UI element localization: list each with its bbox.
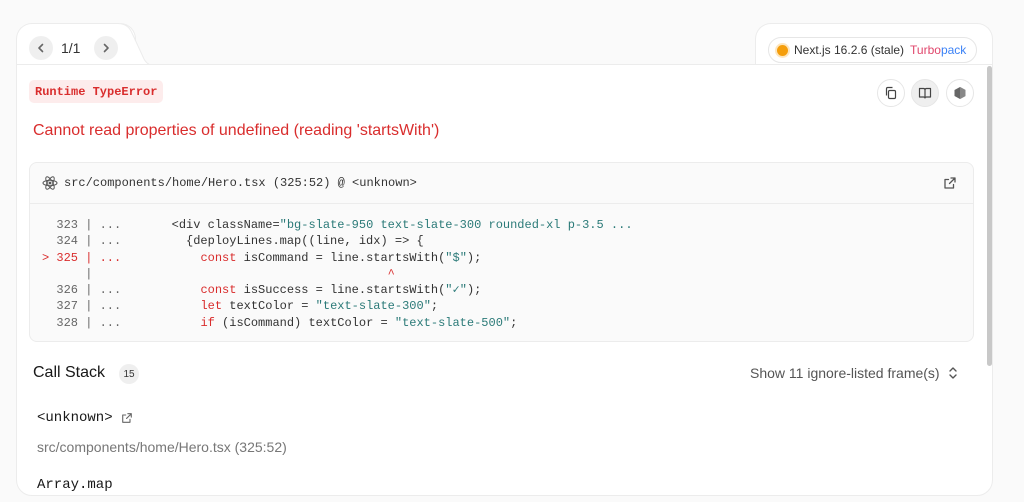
copy-icon bbox=[885, 86, 897, 100]
code-token: ^ bbox=[387, 266, 395, 281]
code-token: <div className= bbox=[121, 218, 280, 232]
chevron-up-down-icon bbox=[948, 367, 957, 379]
docs-icon bbox=[918, 87, 932, 99]
code-line: 326 | ... const isSuccess = line.startsW… bbox=[42, 282, 973, 298]
code-token: (isCommand) textColor = bbox=[214, 315, 395, 330]
copy-error-button[interactable] bbox=[877, 79, 905, 107]
code-token: "bg-slate-950 text-slate-300 rounded-xl … bbox=[279, 218, 633, 232]
react-icon bbox=[42, 176, 58, 190]
line-gutter: 323 | ... bbox=[42, 218, 122, 232]
scrollbar-thumb[interactable] bbox=[987, 66, 992, 366]
code-frame: src/components/home/Hero.tsx (325:52) @ … bbox=[29, 162, 974, 342]
line-gutter: > 325 | ... bbox=[42, 250, 122, 265]
code-token: const bbox=[200, 250, 237, 265]
show-ignored-frames-label: Show 11 ignore-listed frame(s) bbox=[750, 365, 940, 381]
stack-frame-location: src/components/home/Hero.tsx (325:52) bbox=[37, 439, 287, 455]
code-token: isSuccess = line.startsWith( bbox=[236, 283, 446, 298]
code-frame-file: src/components/home/Hero.tsx (325:52) @ … bbox=[64, 176, 417, 190]
stack-frame-name[interactable]: Array.map bbox=[37, 477, 113, 493]
call-stack-count-badge: 15 bbox=[119, 364, 139, 384]
docs-button[interactable] bbox=[911, 79, 939, 107]
code-token: ; bbox=[510, 315, 518, 330]
line-gutter: 328 | ... bbox=[42, 315, 122, 330]
code-line: | ^ bbox=[42, 266, 973, 282]
code-frame-header: src/components/home/Hero.tsx (325:52) @ … bbox=[30, 163, 973, 204]
code-line: 323 | ... <div className="bg-slate-950 t… bbox=[42, 217, 973, 233]
call-stack-title: Call Stack bbox=[33, 364, 106, 381]
code-token: "text-slate-500" bbox=[394, 315, 511, 330]
open-in-editor-icon[interactable] bbox=[121, 412, 133, 424]
next-error-button[interactable] bbox=[94, 36, 118, 60]
code-token: textColor = bbox=[222, 299, 316, 314]
open-in-editor-icon[interactable] bbox=[943, 176, 957, 190]
line-gutter: 324 | ... bbox=[42, 234, 122, 249]
version-badge[interactable]: Next.js 16.2.6 (stale) Turbopack bbox=[768, 37, 978, 63]
turbopack-label: Turbopack bbox=[910, 43, 967, 57]
code-token: "text-slate-300" bbox=[315, 299, 431, 314]
code-token: "$" bbox=[445, 250, 467, 265]
code-token: {deployLines.map((line, idx) => { bbox=[121, 234, 424, 249]
code-token: ; bbox=[430, 299, 439, 314]
code-token: "✓" bbox=[445, 283, 467, 298]
chevron-right-icon bbox=[103, 43, 109, 53]
code-line: > 325 | ... const isCommand = line.start… bbox=[42, 250, 973, 266]
previous-error-button[interactable] bbox=[29, 36, 53, 60]
stale-status-icon bbox=[777, 44, 788, 56]
error-count: 1/1 bbox=[61, 40, 81, 56]
error-message: Cannot read properties of undefined (rea… bbox=[33, 122, 440, 139]
error-type-label: Runtime TypeError bbox=[29, 80, 164, 103]
line-gutter: 326 | ... bbox=[42, 283, 122, 298]
code-token: if bbox=[200, 315, 215, 330]
code-line: 324 | ... {deployLines.map((line, idx) =… bbox=[42, 233, 973, 249]
code-line: 327 | ... let textColor = "text-slate-30… bbox=[42, 298, 973, 314]
code-token: let bbox=[200, 299, 223, 314]
code-token: ); bbox=[466, 283, 482, 298]
stack-frame-name[interactable]: <unknown> bbox=[37, 410, 133, 426]
code-token: ); bbox=[466, 250, 482, 265]
line-gutter: 327 | ... bbox=[42, 299, 122, 314]
show-ignored-frames-button[interactable]: Show 11 ignore-listed frame(s) bbox=[750, 365, 958, 381]
code-token: isCommand = line.startsWith( bbox=[236, 250, 446, 265]
line-gutter: | bbox=[42, 266, 122, 281]
version-label: Next.js 16.2.6 (stale) bbox=[794, 43, 905, 57]
nextjs-icon bbox=[954, 87, 966, 99]
code-frame-source: 323 | ... <div className="bg-slate-950 t… bbox=[30, 204, 973, 331]
code-line: 328 | ... if (isCommand) textColor = "te… bbox=[42, 315, 973, 331]
code-token: const bbox=[200, 283, 237, 298]
nextjs-button[interactable] bbox=[946, 79, 974, 107]
tab-curve bbox=[118, 23, 158, 67]
chevron-left-icon bbox=[38, 43, 44, 53]
